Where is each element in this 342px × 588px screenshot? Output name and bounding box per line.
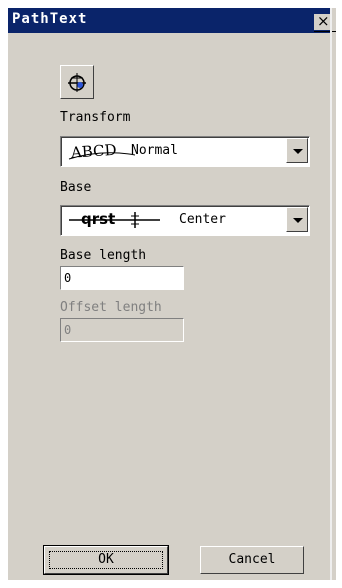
base-dropdown-arrow[interactable] [286,207,308,232]
title-bar[interactable]: PathText [8,8,330,33]
close-button[interactable]: × [314,12,336,32]
base-select[interactable]: qrst Center [60,205,310,236]
transform-preview: ABCD [68,141,136,162]
close-icon: × [317,12,330,30]
transform-select[interactable]: ABCD Normal [60,136,310,167]
base-preview: qrst [69,210,160,228]
base-preview-text: qrst [81,210,115,228]
base-length-field[interactable] [60,266,184,290]
window-edge [330,8,332,580]
offset-length-label: Offset length [60,300,162,315]
ok-focus-rect [49,551,163,569]
offset-length-input [62,320,184,340]
transform-value: Normal [131,143,178,158]
cancel-label: Cancel [228,552,276,567]
transform-dropdown-arrow[interactable] [286,138,308,163]
base-label: Base [60,180,92,195]
base-value: Center [179,212,226,227]
transform-label: Transform [60,110,131,125]
close-underline [314,31,336,32]
window-title: PathText [12,11,88,27]
transform-preview-text: ABCD [69,141,117,162]
path-text-icon [68,73,86,92]
offset-length-field [60,318,184,342]
ok-button[interactable]: OK [43,545,169,575]
base-length-label: Base length [60,248,147,263]
cancel-button[interactable]: Cancel [200,546,304,574]
pathtext-dialog: PathText × Transform ABCD Normal Base qr… [8,8,336,580]
path-text-button[interactable] [60,65,94,99]
base-length-input[interactable] [62,268,184,288]
